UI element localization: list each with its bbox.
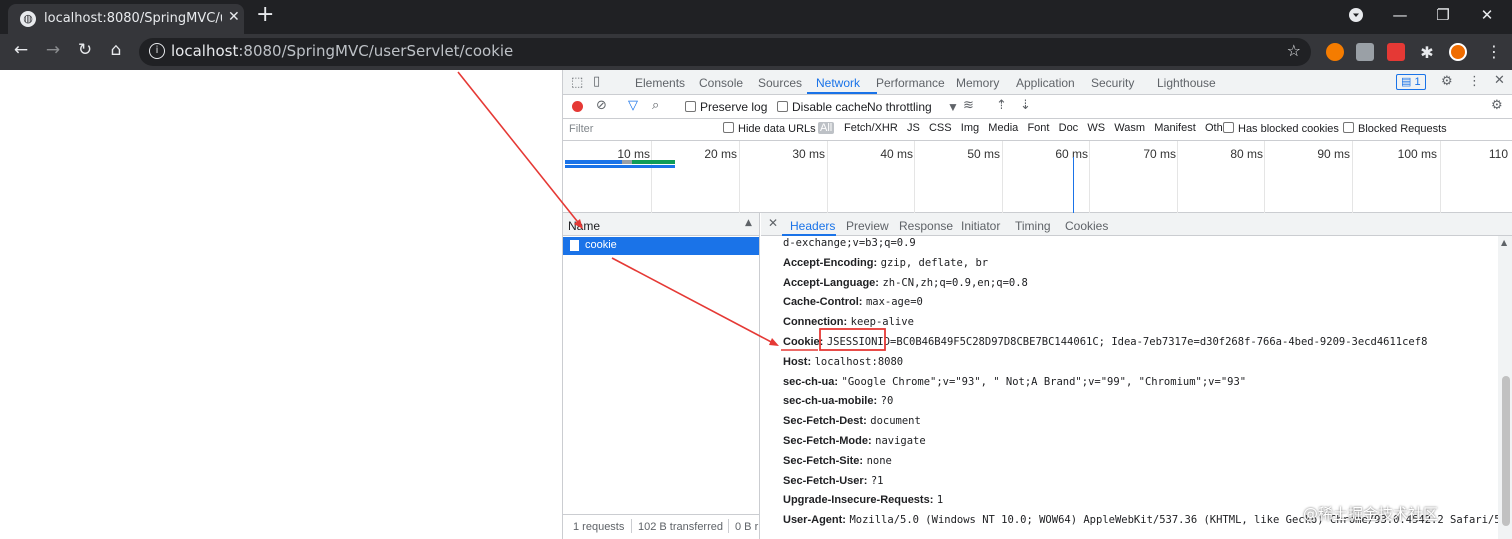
annotation-overlay bbox=[457, 71, 886, 351]
annotation-arrow bbox=[611, 257, 776, 345]
watermark: @稀土掘金技术社区 bbox=[1303, 505, 1439, 523]
annotation-box bbox=[819, 328, 886, 351]
annotation-arrowhead bbox=[574, 219, 583, 229]
annotation-arrowhead bbox=[769, 338, 779, 346]
annotation-arrow bbox=[457, 71, 582, 227]
